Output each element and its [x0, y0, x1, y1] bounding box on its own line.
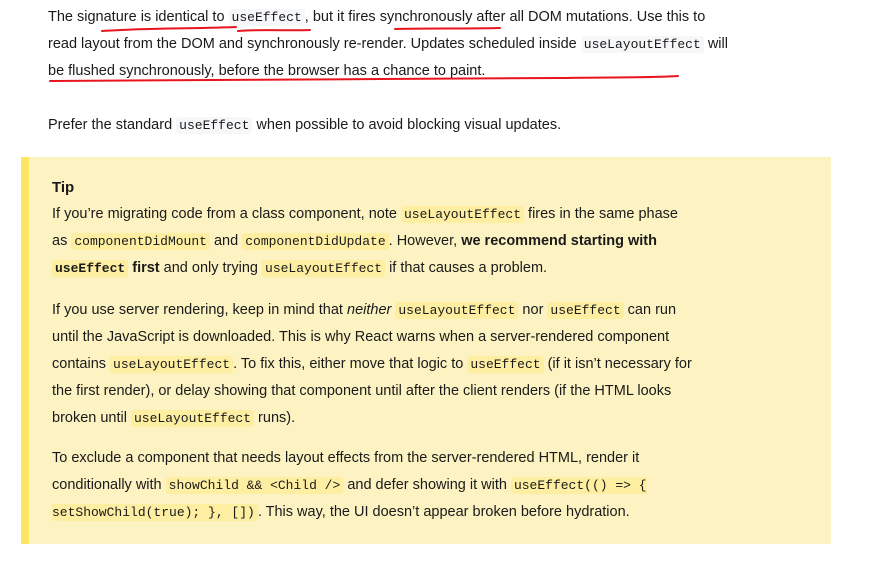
text: if that causes a problem. [385, 260, 548, 276]
intro-paragraph-prefer: Prefer the standard useEffect when possi… [48, 112, 728, 139]
tip-paragraph-exclude: To exclude a component that needs layout… [52, 445, 692, 526]
code-uselayouteffect: useLayoutEffect [131, 410, 255, 427]
text: The signature is identical to [48, 9, 229, 25]
text: nor [518, 302, 548, 318]
code-uselayouteffect: useLayoutEffect [110, 356, 234, 373]
text: . This way, the UI doesn’t appear broken… [257, 504, 630, 520]
tip-paragraph-server-rendering: If you use server rendering, keep in min… [52, 297, 692, 432]
text: and only trying [159, 260, 263, 276]
tip-paragraph-migrating: If you’re migrating code from a class co… [52, 201, 692, 282]
code-useeffect: useEffect [547, 302, 624, 319]
code-uselayouteffect: useLayoutEffect [262, 260, 386, 277]
tip-title: Tip [52, 179, 75, 196]
text: we recommend starting with [461, 233, 657, 249]
text: . To fix this, either move that logic to [233, 356, 468, 372]
code-componentdidmount: componentDidMount [71, 233, 210, 250]
code-useeffect: useEffect [228, 9, 305, 26]
code-useeffect: useEffect [176, 117, 253, 134]
text: first [128, 260, 160, 276]
text: If you use server rendering, keep in min… [52, 302, 347, 318]
text: . However, [388, 233, 462, 249]
code-uselayouteffect: useLayoutEffect [580, 36, 704, 53]
code-useeffect: useEffect [52, 260, 129, 277]
code-uselayouteffect: useLayoutEffect [400, 206, 525, 223]
code-componentdidupdate: componentDidUpdate [242, 233, 389, 250]
text: and defer showing it with [343, 477, 511, 493]
emphasis-neither: neither [347, 302, 392, 318]
text: when possible to avoid blocking visual u… [252, 117, 562, 133]
text: runs). [254, 410, 296, 426]
tip-callout: Tip If you’re migrating code from a clas… [21, 157, 831, 544]
code-useeffect: useEffect [467, 356, 544, 373]
intro-paragraph-signature: The signature is identical to useEffect,… [48, 4, 728, 85]
text: and [209, 233, 243, 249]
code-uselayouteffect: useLayoutEffect [395, 302, 519, 319]
text: If you’re migrating code from a class co… [52, 206, 401, 222]
text: Prefer the standard [48, 117, 177, 133]
code-showchild: showChild && <Child /> [165, 477, 344, 494]
